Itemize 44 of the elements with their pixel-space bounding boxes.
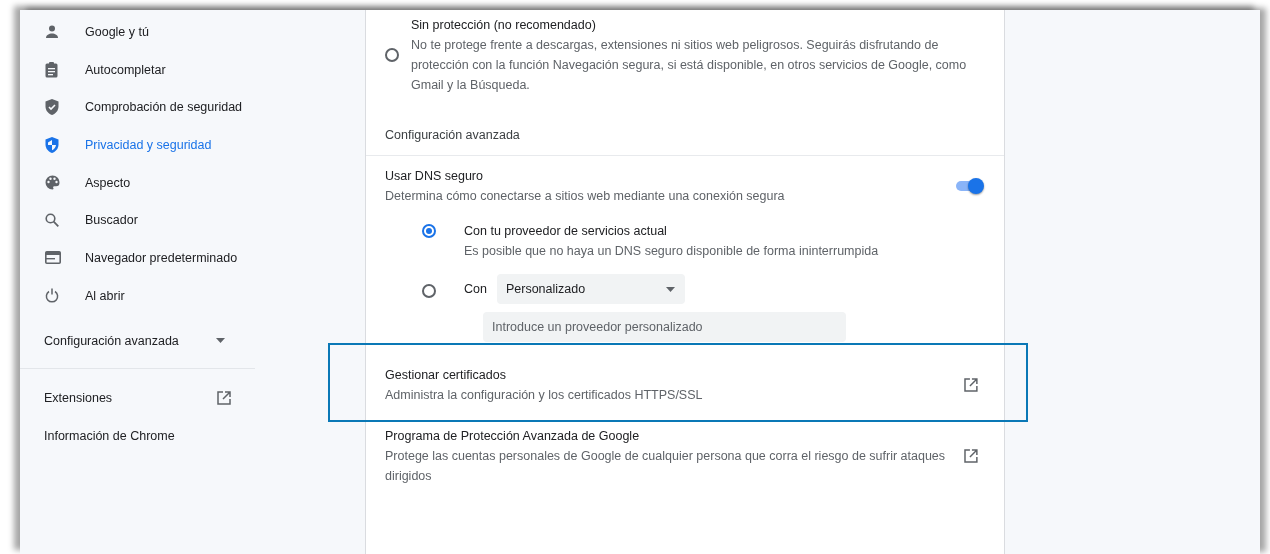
setting-title: Usar DNS seguro — [385, 168, 484, 185]
setting-title: Gestionar certificados — [385, 367, 507, 384]
option-title: Sin protección (no recomendado) — [411, 17, 597, 34]
radio-button[interactable] — [422, 283, 436, 298]
settings-link-row[interactable]: Programa de Protección Avanzada de Google Protege las cuentas personales de Google de cualquier persona que corra el riesgo de sufrir ataques dirigidos — [366, 426, 1004, 486]
shield-check-icon — [45, 99, 59, 116]
sidebar-link[interactable]: Extensiones — [44, 378, 231, 417]
setting-description: Determina cómo conectarse a sitios web mediante una conexión segura — [385, 188, 785, 205]
sidebar-item[interactable]: Google y tú — [20, 13, 365, 51]
sidebar-item[interactable]: Buscador — [20, 201, 365, 240]
caret-icon — [665, 286, 675, 292]
provider-dropdown[interactable]: Personalizado — [496, 274, 685, 304]
option-description: No te protege frente a descargas, extensiones ni sitios web peligrosos. Seguirás disfrutando de protección con la función Navegación segura, si está disponible, en otros servicios de Google, como Gmail y la Búsqueda. — [411, 37, 968, 94]
power-icon — [45, 288, 59, 304]
sidebar-link[interactable]: Información de Chrome — [44, 416, 231, 455]
setting-description: Administra la configuración y los certificados HTTPS/SSL — [385, 387, 704, 404]
sidebar-item[interactable]: Navegador predeterminado — [20, 239, 365, 277]
external-link-icon — [964, 378, 978, 392]
radio-button[interactable] — [422, 224, 436, 238]
sidebar-item[interactable]: Al abrir — [20, 276, 365, 315]
option-label: Con — [464, 281, 487, 298]
radio-button[interactable] — [385, 48, 399, 62]
search-icon — [45, 213, 59, 228]
provider-input-field[interactable]: Introduce un proveedor personalizado — [483, 312, 846, 342]
sidebar-item[interactable]: Autocompletar — [20, 50, 365, 89]
advanced-settings-toggle[interactable]: Configuración avanzada — [44, 330, 225, 351]
shield-icon — [45, 136, 59, 153]
clipboard-icon — [45, 61, 58, 78]
external-link-icon — [217, 390, 231, 405]
caret-icon — [216, 338, 225, 343]
setting-description: Protege las cuentas personales de Google de cualquier persona que corra el riesgo de sufrir ataques dirigidos — [385, 448, 947, 485]
sidebar-item[interactable]: Privacidad y seguridad — [20, 126, 365, 164]
external-link-icon — [964, 449, 978, 463]
section-title: Configuración avanzada — [384, 127, 521, 144]
option-description: Es posible que no haya un DNS seguro disponible de forma ininterrumpida — [464, 243, 879, 260]
setting-title: Programa de Protección Avanzada de Google — [385, 428, 641, 445]
settings-link-row[interactable]: Gestionar certificados Administra la configuración y los certificados HTTPS/SSL — [366, 365, 1004, 405]
sidebar-item[interactable]: Comprobación de seguridad — [20, 88, 365, 127]
option-title: Con tu proveedor de servicios actual — [464, 223, 668, 240]
person-icon — [45, 24, 59, 39]
sidebar-item[interactable]: Aspecto — [20, 163, 365, 202]
palette-icon — [45, 175, 60, 191]
browser-window-icon — [45, 251, 61, 265]
toggle-switch[interactable] — [956, 181, 982, 191]
